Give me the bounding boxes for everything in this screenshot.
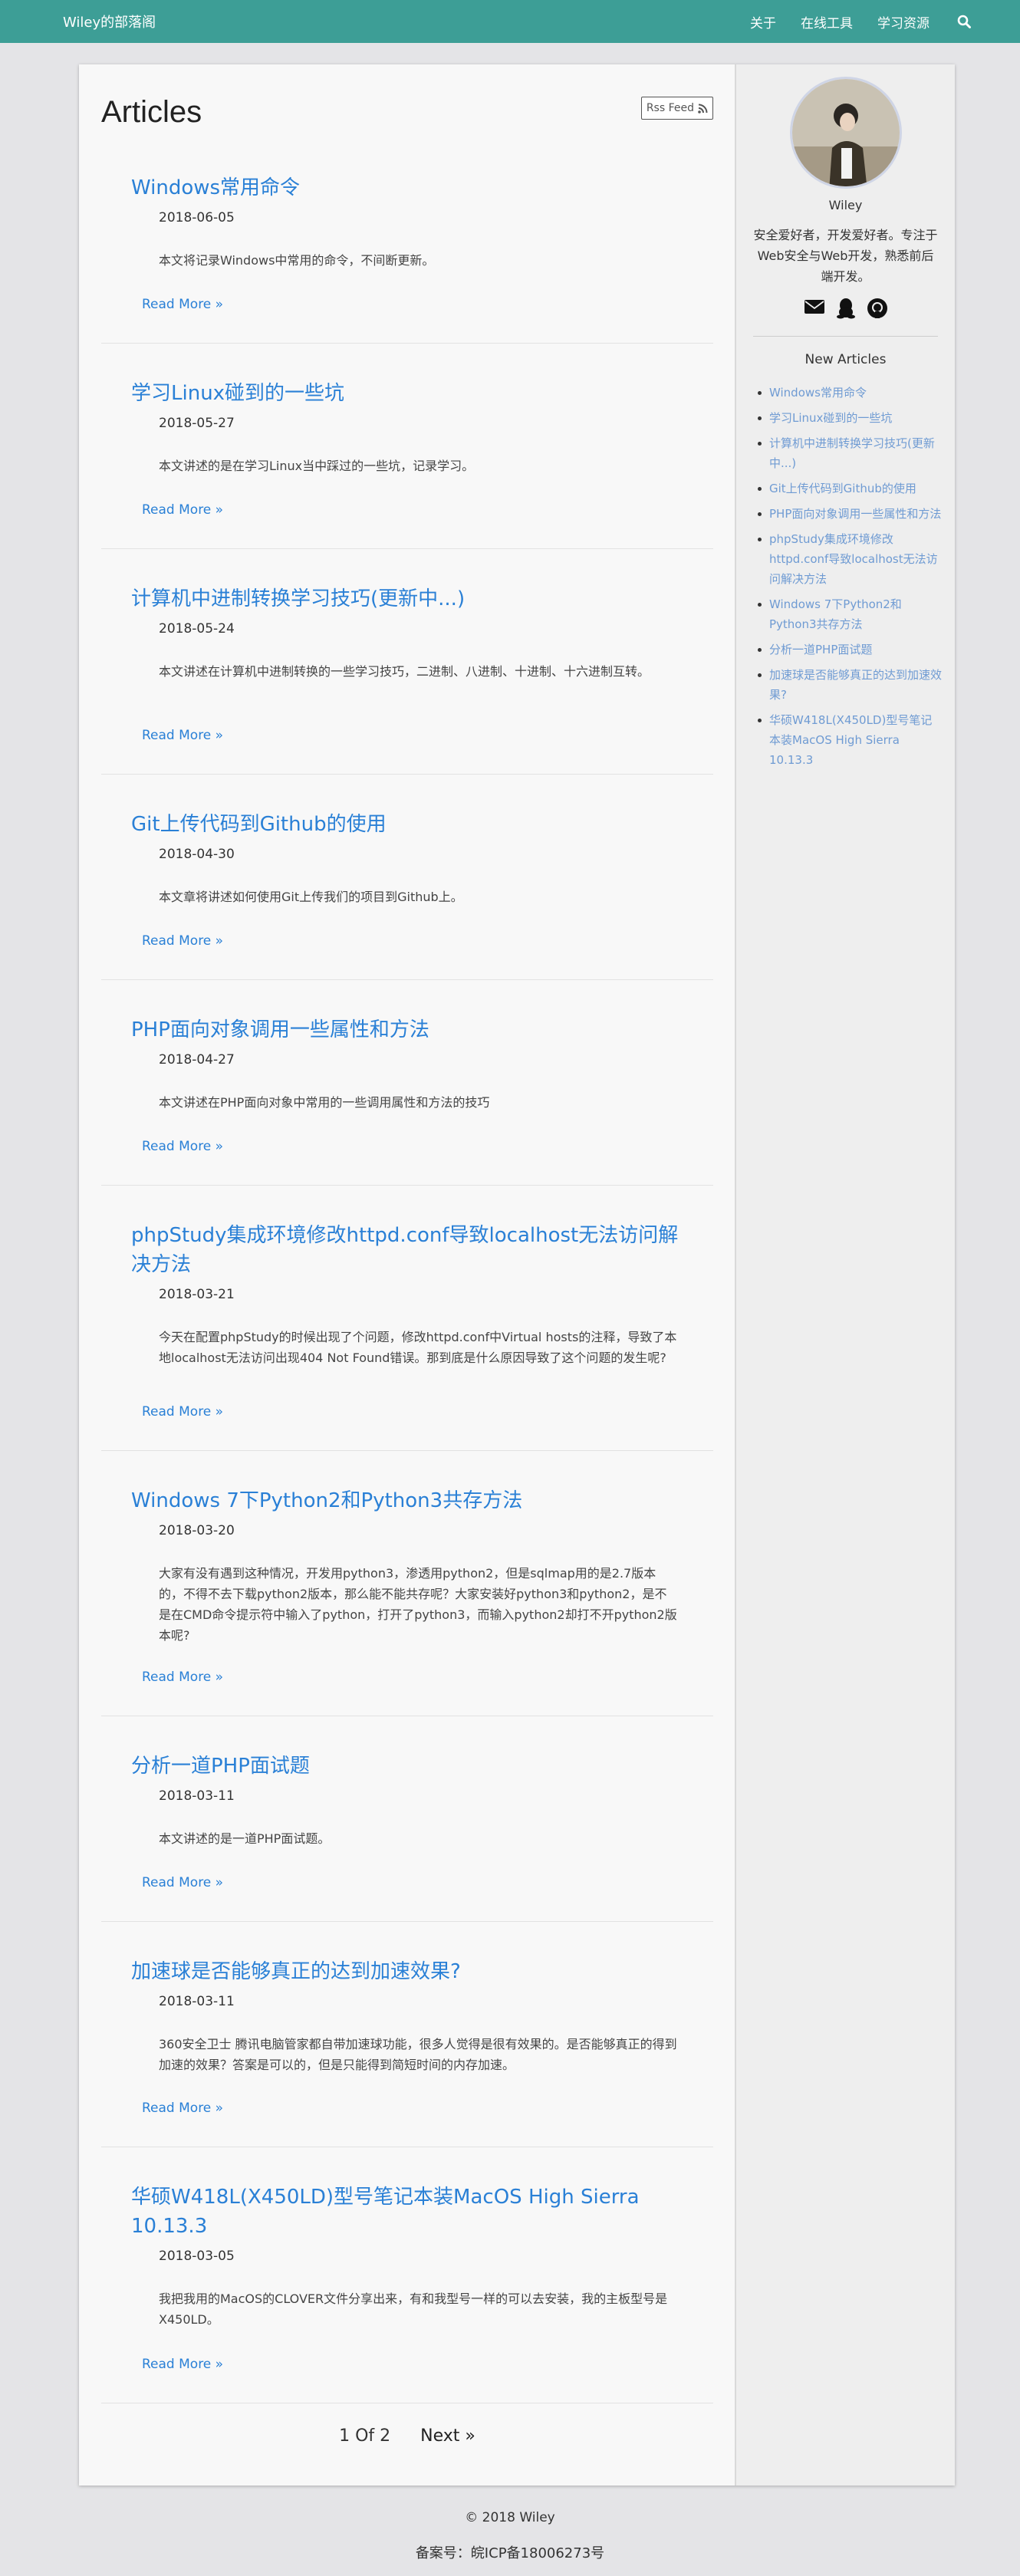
article-item: Git上传代码到Github的使用 2018-04-30 本文章将讲述如何使用G…	[101, 775, 713, 980]
article-item: 分析一道PHP面试题 2018-03-11 本文讲述的是一道PHP面试题。 Re…	[101, 1716, 713, 1922]
next-page-link[interactable]: Next »	[420, 2426, 475, 2446]
read-more-link[interactable]: Read More »	[142, 1875, 223, 1890]
page-status: 1 Of 2	[339, 2426, 391, 2446]
article-date: 2018-03-11	[159, 1788, 235, 1804]
article-item: 学习Linux碰到的一些坑 2018-05-27 本文讲述的是在学习Linux当…	[101, 344, 713, 549]
github-link[interactable]	[867, 298, 888, 319]
read-more-link[interactable]: Read More »	[142, 1139, 223, 1154]
read-more-link[interactable]: Read More »	[142, 1404, 223, 1420]
rss-icon	[698, 104, 708, 114]
article-excerpt: 本文将记录Windows中常用的命令，不间断更新。	[159, 253, 435, 268]
navbar: Wiley的部落阁 关于 在线工具 学习资源	[0, 0, 1020, 43]
rss-label: Rss Feed	[646, 102, 694, 114]
read-more-link[interactable]: Read More »	[142, 728, 223, 743]
article-item: 加速球是否能够真正的达到加速效果? 2018-03-11 360安全卫士 腾讯电…	[101, 1922, 713, 2147]
github-icon	[867, 298, 887, 318]
copyright-text: © 2018 Wiley	[465, 2510, 555, 2525]
article-title[interactable]: 加速球是否能够真正的达到加速效果?	[131, 1957, 713, 1986]
read-more-link[interactable]: Read More »	[142, 1670, 223, 1685]
article-item: Windows常用命令 2018-06-05 本文将记录Windows中常用的命…	[101, 138, 713, 344]
article-title[interactable]: Windows 7下Python2和Python3共存方法	[131, 1486, 713, 1515]
article-title[interactable]: 学习Linux碰到的一些坑	[131, 379, 713, 408]
article-excerpt: 本文章将讲述如何使用Git上传我们的项目到Github上。	[159, 890, 463, 904]
article-title[interactable]: Git上传代码到Github的使用	[131, 810, 713, 839]
article-excerpt: 360安全卫士 腾讯电脑管家都自带加速球功能，很多人觉得是很有效果的。是否能够真…	[159, 2037, 677, 2072]
nav-about[interactable]: 关于	[750, 12, 776, 31]
article-date: 2018-04-30	[159, 847, 235, 862]
email-link[interactable]	[804, 298, 825, 319]
article-excerpt: 大家有没有遇到这种情况，开发用python3，渗透用python2，但是sqlm…	[159, 1566, 677, 1643]
main-header: Articles Rss Feed	[101, 64, 713, 138]
author-name: Wiley	[828, 198, 863, 212]
author-bio: 安全爱好者，开发爱好者。专注于Web安全与Web开发，熟悉前后端开发。	[753, 228, 938, 284]
new-article-link[interactable]: 学习Linux碰到的一些坑	[758, 408, 943, 428]
main-column: Articles Rss Feed Windows常用命令 2018-06-05…	[79, 64, 735, 2486]
article-date: 2018-05-27	[159, 416, 235, 431]
read-more-link[interactable]: Read More »	[142, 297, 223, 312]
read-more-link[interactable]: Read More »	[142, 2357, 223, 2372]
page-container: Articles Rss Feed Windows常用命令 2018-06-05…	[79, 64, 955, 2486]
article-date: 2018-06-05	[159, 210, 235, 225]
new-articles-list: Windows常用命令 学习Linux碰到的一些坑 计算机中进制转换学习技巧(更…	[758, 383, 943, 770]
pagination: 1 Of 2 Next »	[101, 2403, 713, 2469]
article-date: 2018-03-21	[159, 1287, 235, 1302]
article-date: 2018-03-05	[159, 2249, 235, 2264]
icp-record[interactable]: 备案号：皖ICP备18006273号	[0, 2542, 1020, 2562]
article-item: PHP面向对象调用一些属性和方法 2018-04-27 本文讲述在PHP面向对象…	[101, 980, 713, 1186]
new-article-link[interactable]: Windows 7下Python2和Python3共存方法	[758, 594, 943, 634]
qq-icon	[836, 298, 855, 319]
article-title[interactable]: 计算机中进制转换学习技巧(更新中...)	[131, 584, 713, 614]
article-title[interactable]: phpStudy集成环境修改httpd.conf导致localhost无法访问解…	[131, 1221, 713, 1279]
footer: © 2018 Wiley 备案号：皖ICP备18006273号	[0, 2510, 1020, 2562]
new-article-link[interactable]: Git上传代码到Github的使用	[758, 479, 943, 498]
article-excerpt: 我把我用的MacOS的CLOVER文件分享出来，有和我型号一样的可以去安装，我的…	[159, 2291, 668, 2327]
article-date: 2018-05-24	[159, 621, 235, 637]
new-articles-title: New Articles	[804, 352, 887, 367]
page-title: Articles	[101, 95, 202, 129]
article-title[interactable]: PHP面向对象调用一些属性和方法	[131, 1015, 713, 1045]
envelope-icon	[804, 300, 824, 314]
article-title[interactable]: 分析一道PHP面试题	[131, 1752, 713, 1781]
sidebar-divider	[753, 336, 938, 337]
new-article-link[interactable]: 分析一道PHP面试题	[758, 640, 943, 660]
read-more-link[interactable]: Read More »	[142, 2101, 223, 2116]
article-date: 2018-04-27	[159, 1052, 235, 1068]
article-excerpt: 本文讲述在计算机中进制转换的一些学习技巧，二进制、八进制、十进制、十六进制互转。	[159, 664, 650, 679]
nav-online-tools[interactable]: 在线工具	[801, 12, 853, 31]
read-more-link[interactable]: Read More »	[142, 933, 223, 949]
nav-links: 关于 在线工具 学习资源	[726, 12, 971, 31]
rss-feed-button[interactable]: Rss Feed	[640, 97, 713, 120]
search-icon	[957, 15, 971, 28]
sidebar: Wiley 安全爱好者，开发爱好者。专注于Web安全与Web开发，熟悉前后端开发…	[735, 64, 955, 2486]
article-excerpt: 本文讲述的是一道PHP面试题。	[159, 1831, 331, 1846]
nav-learning-resources[interactable]: 学习资源	[877, 12, 930, 31]
social-links	[736, 298, 955, 319]
new-article-link[interactable]: 计算机中进制转换学习技巧(更新中...)	[758, 433, 943, 473]
article-date: 2018-03-11	[159, 1994, 235, 2009]
new-article-link[interactable]: phpStudy集成环境修改httpd.conf导致localhost无法访问解…	[758, 529, 943, 589]
new-article-link[interactable]: 加速球是否能够真正的达到加速效果?	[758, 665, 943, 705]
avatar-photo	[791, 79, 900, 186]
article-item: 华硕W418L(X450LD)型号笔记本装MacOS High Sierra 1…	[101, 2147, 713, 2403]
article-excerpt: 本文讲述的是在学习Linux当中踩过的一些坑，记录学习。	[159, 459, 475, 473]
search-button[interactable]	[957, 15, 971, 28]
avatar	[789, 77, 902, 189]
article-item: phpStudy集成环境修改httpd.conf导致localhost无法访问解…	[101, 1186, 713, 1451]
article-title[interactable]: Windows常用命令	[131, 173, 713, 202]
article-excerpt: 今天在配置phpStudy的时候出现了个问题，修改httpd.conf中Virt…	[159, 1330, 677, 1365]
read-more-link[interactable]: Read More »	[142, 502, 223, 518]
article-date: 2018-03-20	[159, 1523, 235, 1538]
new-article-link[interactable]: Windows常用命令	[758, 383, 943, 403]
article-item: 计算机中进制转换学习技巧(更新中...) 2018-05-24 本文讲述在计算机…	[101, 549, 713, 775]
brand-link[interactable]: Wiley的部落阁	[63, 12, 156, 31]
article-item: Windows 7下Python2和Python3共存方法 2018-03-20…	[101, 1451, 713, 1716]
new-article-link[interactable]: PHP面向对象调用一些属性和方法	[758, 504, 943, 524]
new-article-link[interactable]: 华硕W418L(X450LD)型号笔记本装MacOS High Sierra 1…	[758, 710, 943, 770]
article-excerpt: 本文讲述在PHP面向对象中常用的一些调用属性和方法的技巧	[159, 1095, 490, 1110]
qq-link[interactable]	[836, 298, 856, 319]
article-title[interactable]: 华硕W418L(X450LD)型号笔记本装MacOS High Sierra 1…	[131, 2183, 713, 2241]
